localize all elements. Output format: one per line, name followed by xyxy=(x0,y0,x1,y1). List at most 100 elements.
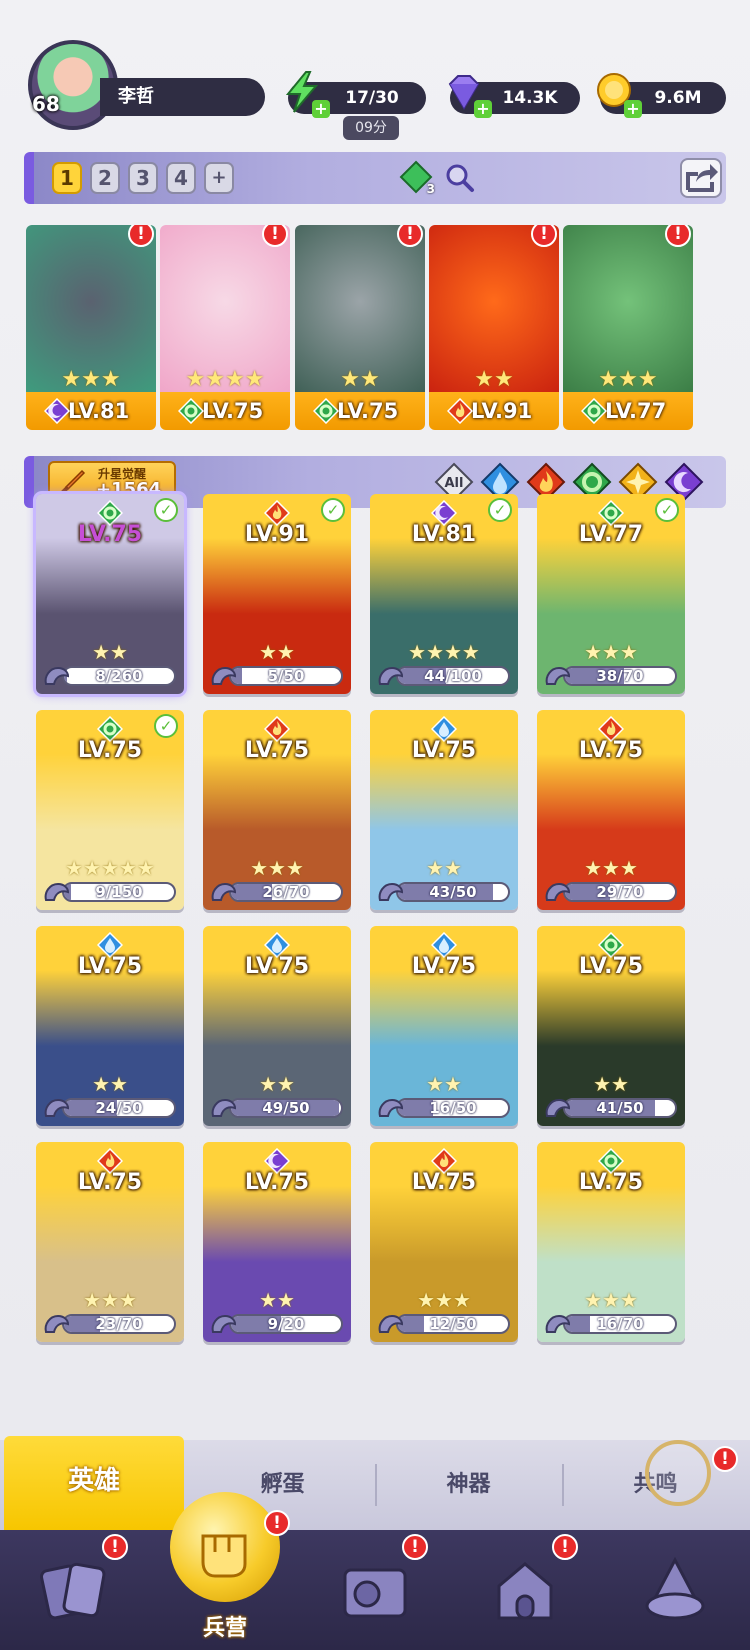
team-tab-4[interactable]: 4 xyxy=(166,162,196,194)
hero-stars: ★★★★★ xyxy=(65,856,155,880)
in-team-check-icon: ✓ xyxy=(154,714,178,738)
filter-all-label: All xyxy=(445,476,464,491)
hero-stars: ★★★ xyxy=(584,640,638,664)
hero-stars: ★★ xyxy=(92,640,128,664)
team-hero-card[interactable]: ★★ LV.75! xyxy=(295,225,425,430)
fragment-count: 9/150 xyxy=(95,883,143,901)
team-hero-card[interactable]: ★★★ LV.77! xyxy=(563,225,693,430)
sword-icon xyxy=(60,469,86,495)
castle-icon xyxy=(497,1562,553,1620)
gold-resource[interactable]: + 9.6M xyxy=(597,73,726,118)
map-scroll-icon xyxy=(343,1568,407,1618)
fragment-icon xyxy=(543,1312,571,1336)
add-gold-icon[interactable]: + xyxy=(624,100,642,118)
share-button[interactable] xyxy=(680,158,722,198)
in-team-check-icon: ✓ xyxy=(488,498,512,522)
top-bar: 68 李哲 + 17/30 09分 + 14.3K + 9.6M xyxy=(0,30,750,140)
hero-stars: ★★ xyxy=(426,1072,462,1096)
fragment-count: 49/50 xyxy=(262,1099,310,1117)
fragment-progress-bar: 16/70 xyxy=(563,1314,677,1334)
hero-card[interactable]: LV.75 ★★★ 12/50 xyxy=(370,1142,518,1342)
hero-level: LV.75 xyxy=(411,954,477,979)
fragment-icon xyxy=(209,1096,237,1120)
hero-stars: ★★ xyxy=(474,367,514,392)
fragment-count: 16/70 xyxy=(596,1315,644,1333)
hero-card[interactable]: LV.77 ✓ ★★★ 38/70 xyxy=(537,494,685,694)
hero-card[interactable]: LV.75 ★★★ 26/70 xyxy=(203,710,351,910)
fragment-progress-bar: 5/50 xyxy=(229,666,343,686)
hero-card[interactable]: LV.75 ★★ 41/50 xyxy=(537,926,685,1126)
add-team-button[interactable]: + xyxy=(204,162,234,194)
hero-card[interactable]: LV.91 ✓ ★★ 5/50 xyxy=(203,494,351,694)
nav-barracks[interactable]: ! 兵营 xyxy=(150,1492,300,1650)
fragment-progress-bar: 24/50 xyxy=(62,1098,176,1118)
in-team-check-icon: ✓ xyxy=(154,498,178,522)
team-hero-card[interactable]: ★★ LV.91! xyxy=(429,225,559,430)
fragment-progress-bar: 26/70 xyxy=(229,882,343,902)
hero-card[interactable]: LV.75 ★★ 43/50 xyxy=(370,710,518,910)
in-team-check-icon: ✓ xyxy=(655,498,679,522)
hero-card[interactable]: LV.75 ✓ ★★★★★ 9/150 xyxy=(36,710,184,910)
cards-alert-badge: ! xyxy=(102,1534,128,1560)
add-gems-icon[interactable]: + xyxy=(474,100,492,118)
hero-level: LV.77 xyxy=(578,522,644,547)
hero-card[interactable]: LV.75 ★★ 16/50 xyxy=(370,926,518,1126)
hero-card[interactable]: LV.75 ★★ 24/50 xyxy=(36,926,184,1126)
team-tab-2[interactable]: 2 xyxy=(90,162,120,194)
fragment-progress-bar: 29/70 xyxy=(563,882,677,902)
hero-level: LV.75 xyxy=(77,1170,143,1195)
hero-card[interactable]: LV.75 ★★★ 23/70 xyxy=(36,1142,184,1342)
hero-level: LV.75 xyxy=(77,738,143,763)
hero-level: LV.75 xyxy=(77,954,143,979)
fragment-count: 23/70 xyxy=(95,1315,143,1333)
hero-level: LV.75 xyxy=(578,1170,644,1195)
nav-castle[interactable]: ! xyxy=(450,1530,600,1650)
resonance-ring-icon[interactable] xyxy=(645,1440,711,1506)
nav-map[interactable]: ! xyxy=(300,1530,450,1650)
sub-tab-bar: 英雄 孵蛋 神器 共鸣 xyxy=(0,1436,750,1530)
nature-element-icon xyxy=(177,397,205,425)
hero-stars: ★★★ xyxy=(417,1288,471,1312)
gem-resource[interactable]: + 14.3K xyxy=(448,75,580,118)
nav-companion[interactable] xyxy=(600,1530,750,1650)
search-icon[interactable] xyxy=(444,162,476,194)
fire-element-icon xyxy=(446,397,474,425)
team-hero-card[interactable]: ★★★ LV.81! xyxy=(26,225,156,430)
fragment-count: 38/70 xyxy=(596,667,644,685)
cards-icon xyxy=(39,1562,106,1620)
team-gem-count: 3 xyxy=(426,182,435,196)
team-tab-1[interactable]: 1 xyxy=(52,162,82,194)
nav-cards[interactable]: ! xyxy=(0,1530,150,1650)
hero-level: LV.75 xyxy=(411,1170,477,1195)
fragment-icon xyxy=(42,1312,70,1336)
hero-level: LV.75 xyxy=(578,954,644,979)
fragment-icon xyxy=(543,664,571,688)
fragment-icon xyxy=(543,1096,571,1120)
hero-card[interactable]: LV.81 ✓ ★★★★ 44/100 xyxy=(370,494,518,694)
map-alert-badge: ! xyxy=(402,1534,428,1560)
team-gem-counter[interactable]: 3 xyxy=(399,160,435,196)
fragment-icon xyxy=(42,1096,70,1120)
fragment-icon xyxy=(376,1312,404,1336)
hero-level: LV.81 xyxy=(411,522,477,547)
tab-artifacts[interactable]: 神器 xyxy=(376,1440,561,1530)
fragment-progress-bar: 9/150 xyxy=(62,882,176,902)
fragment-progress-bar: 12/50 xyxy=(396,1314,510,1334)
fragment-icon xyxy=(543,880,571,904)
energy-resource[interactable]: + 17/30 xyxy=(285,71,426,118)
hero-level: LV.75 xyxy=(411,738,477,763)
hero-card[interactable]: LV.75 ★★ 9/20 xyxy=(203,1142,351,1342)
team-tab-3[interactable]: 3 xyxy=(128,162,158,194)
bottom-nav: ! ! 兵营 ! ! xyxy=(0,1492,750,1650)
fragment-icon xyxy=(209,1312,237,1336)
hero-stars: ★★★ xyxy=(584,856,638,880)
add-energy-icon[interactable]: + xyxy=(312,100,330,118)
fragment-icon xyxy=(376,880,404,904)
hero-card[interactable]: LV.75 ✓ ★★ 8/260 xyxy=(33,491,187,697)
team-hero-card[interactable]: ★★★★ LV.75! xyxy=(160,225,290,430)
hero-card[interactable]: LV.75 ★★ 49/50 xyxy=(203,926,351,1126)
hero-level: LV.75 xyxy=(244,1170,310,1195)
fragment-count: 43/50 xyxy=(429,883,477,901)
hero-card[interactable]: LV.75 ★★★ 29/70 xyxy=(537,710,685,910)
hero-card[interactable]: LV.75 ★★★ 16/70 xyxy=(537,1142,685,1342)
